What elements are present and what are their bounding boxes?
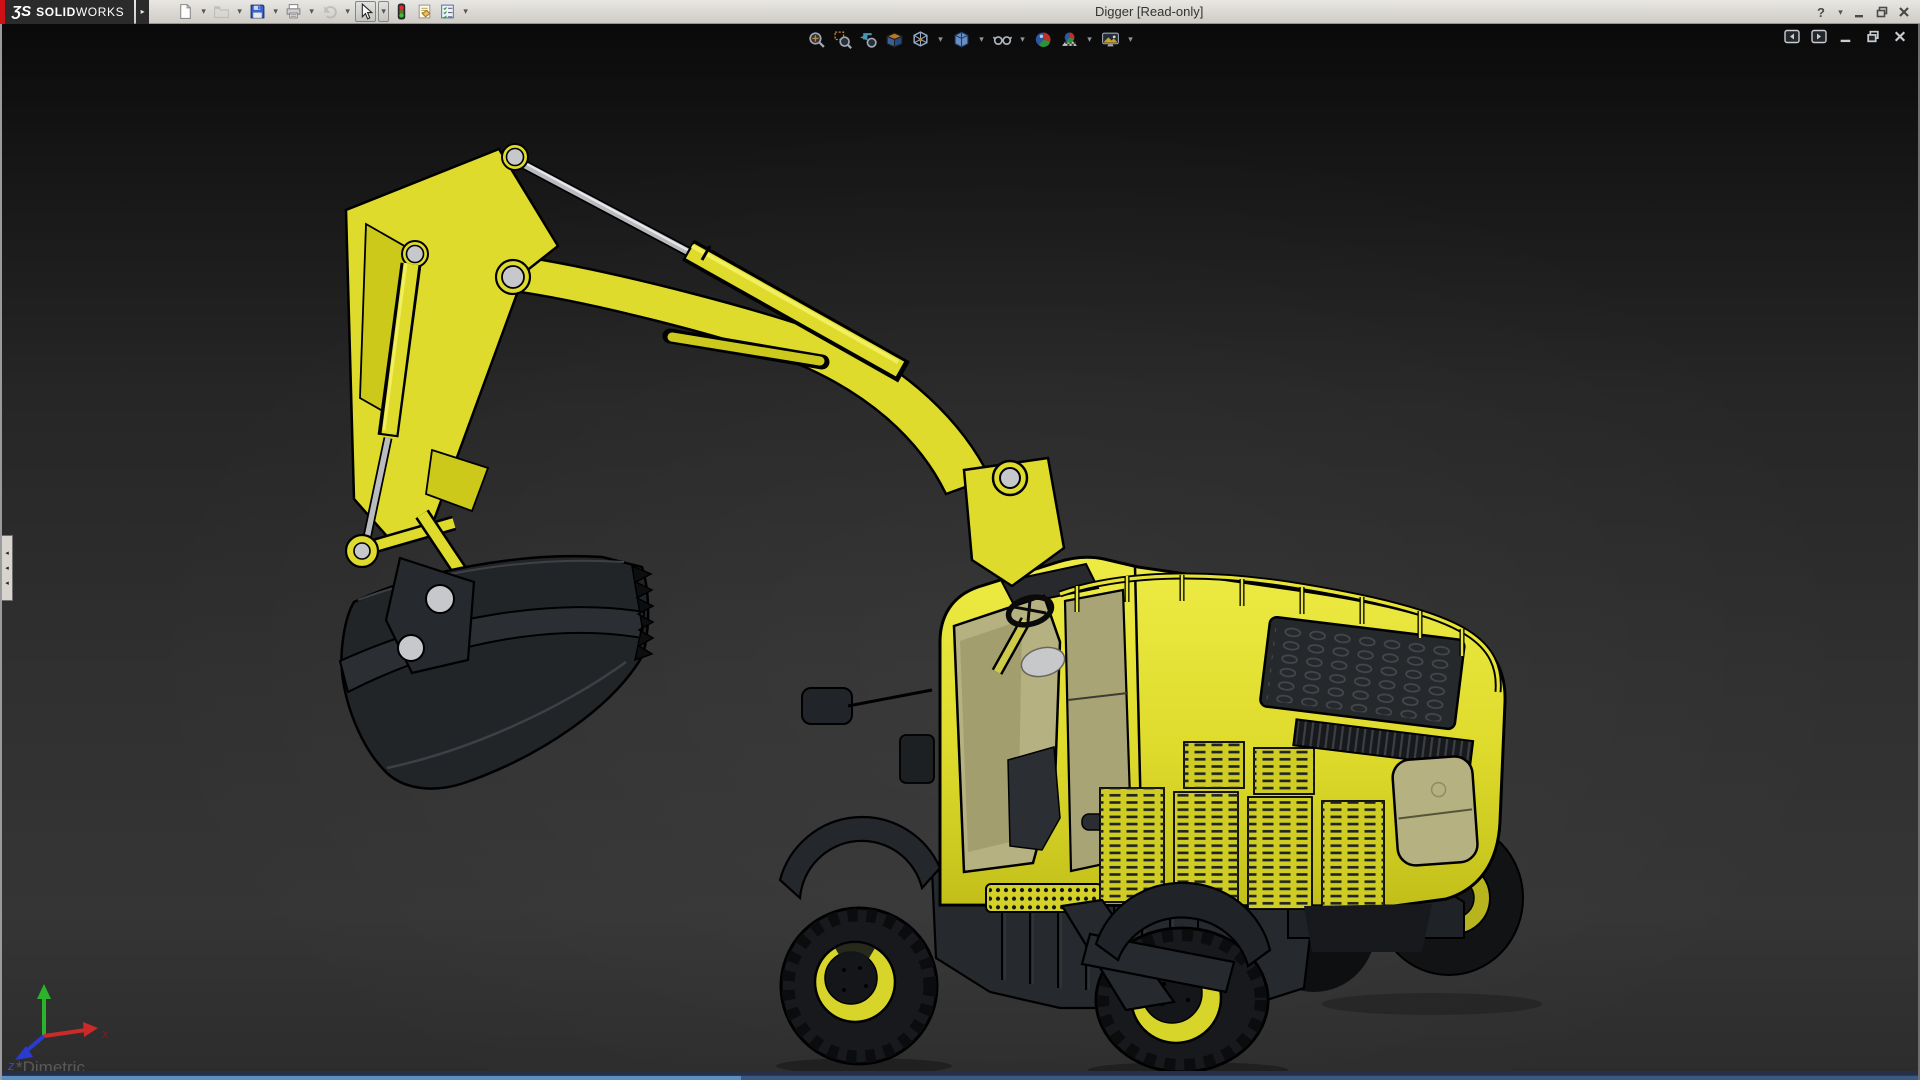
save-button[interactable] xyxy=(247,1,268,22)
restore-icon xyxy=(1875,5,1889,19)
graphics-viewport[interactable]: ▾ ▾ ▾ ▾ ▾ ◂ ◂ ◂ x z *Dimetric xyxy=(0,24,1920,1080)
section-view-button[interactable] xyxy=(883,28,905,50)
print-dropdown[interactable]: ▾ xyxy=(306,1,317,22)
open-dropdown[interactable]: ▾ xyxy=(234,1,245,22)
zoom-to-area-button[interactable] xyxy=(831,28,853,50)
solidworks-logo: ƷS SOLID WORKS xyxy=(5,0,135,24)
collapse-arrow-icon: ◂ xyxy=(5,549,9,557)
new-document-button[interactable] xyxy=(175,1,196,22)
previous-view-button[interactable] xyxy=(857,28,879,50)
zoom-to-area-icon xyxy=(833,30,852,49)
pane-right-button[interactable] xyxy=(1811,29,1827,44)
save-dropdown[interactable]: ▾ xyxy=(270,1,281,22)
x-axis-arrow-icon xyxy=(83,1022,98,1037)
file-properties-button[interactable] xyxy=(414,1,435,22)
display-style-dropdown[interactable]: ▾ xyxy=(976,28,987,50)
apply-scene-icon xyxy=(1060,30,1079,49)
view-orientation-icon xyxy=(911,30,930,49)
select-icon xyxy=(357,3,374,20)
digger-model[interactable] xyxy=(2,24,1920,1080)
print-button[interactable] xyxy=(283,1,304,22)
display-style-icon xyxy=(952,30,971,49)
feature-manager-collapsed-tab[interactable]: ◂ ◂ ◂ xyxy=(2,535,13,601)
new-document-dropdown[interactable]: ▾ xyxy=(198,1,209,22)
z-axis-label: z xyxy=(7,1058,15,1072)
view-orientation-button[interactable] xyxy=(909,28,931,50)
y-axis-arrow-icon xyxy=(37,984,51,999)
hide-show-items-icon xyxy=(992,30,1012,49)
brand-text-bold: SOLID xyxy=(36,4,76,19)
orientation-triad: x z xyxy=(7,984,109,1072)
options-button[interactable] xyxy=(437,1,458,22)
doc-minimize-button[interactable] xyxy=(1838,29,1854,44)
rebuild-icon xyxy=(393,3,410,20)
solidworks-logo-icon: ƷS xyxy=(12,3,32,20)
doc-restore-button[interactable] xyxy=(1865,29,1881,44)
pane-left-button[interactable] xyxy=(1784,29,1800,44)
close-button[interactable] xyxy=(1896,2,1912,22)
hide-show-items-button[interactable] xyxy=(991,28,1013,50)
minimize-button[interactable] xyxy=(1852,2,1868,22)
doc-minimize-icon xyxy=(1838,29,1854,44)
new-document-icon xyxy=(177,3,194,20)
options-dropdown[interactable]: ▾ xyxy=(460,1,471,22)
display-style-button[interactable] xyxy=(950,28,972,50)
brand-text-light: WORKS xyxy=(75,4,125,19)
help-icon: ? xyxy=(1817,4,1825,20)
save-icon xyxy=(249,3,266,20)
menu-expand-arrow[interactable]: ▸ xyxy=(136,0,150,24)
apply-scene-dropdown[interactable]: ▾ xyxy=(1084,28,1095,50)
open-icon xyxy=(213,3,230,20)
rebuild-button[interactable] xyxy=(391,1,412,22)
window-title: Digger [Read-only] xyxy=(1095,4,1204,19)
options-icon xyxy=(439,3,456,20)
file-properties-icon xyxy=(416,3,433,20)
help-dropdown[interactable]: ▾ xyxy=(1835,2,1846,23)
select-dropdown[interactable]: ▾ xyxy=(378,1,390,22)
edit-appearance-icon xyxy=(1034,30,1053,49)
restore-button[interactable] xyxy=(1874,2,1890,22)
x-axis-label: x xyxy=(101,1026,109,1041)
pane-left-icon xyxy=(1784,29,1800,44)
minimize-icon xyxy=(1853,5,1867,19)
collapse-arrow-icon: ◂ xyxy=(5,579,9,587)
close-icon xyxy=(1897,5,1911,19)
view-orientation-dropdown[interactable]: ▾ xyxy=(935,28,946,50)
doc-close-button[interactable] xyxy=(1892,29,1908,44)
zoom-to-fit-button[interactable] xyxy=(805,28,827,50)
titlebar-controls: ? ▾ xyxy=(1813,0,1912,24)
help-button[interactable]: ? xyxy=(1813,2,1829,22)
heads-up-view-toolbar: ▾ ▾ ▾ ▾ ▾ xyxy=(805,28,1136,50)
document-window-controls xyxy=(1784,29,1908,44)
window-bottom-edge xyxy=(2,1071,1918,1080)
section-view-icon xyxy=(885,30,904,49)
select-button[interactable] xyxy=(355,1,377,22)
collapse-arrow-icon: ◂ xyxy=(5,564,9,572)
zoom-to-fit-icon xyxy=(807,30,826,49)
titlebar: ƷS SOLID WORKS ▸ ▾ ▾ ▾ ▾ ▾ ▾ ▾ Digger [Read-on… xyxy=(0,0,1920,24)
undo-button[interactable] xyxy=(319,1,340,22)
pane-right-icon xyxy=(1811,29,1827,44)
apply-scene-button[interactable] xyxy=(1058,28,1080,50)
open-button[interactable] xyxy=(211,1,232,22)
undo-icon xyxy=(321,3,338,20)
doc-close-icon xyxy=(1892,29,1908,44)
doc-restore-icon xyxy=(1865,29,1881,44)
previous-view-icon xyxy=(859,30,878,49)
edit-appearance-button[interactable] xyxy=(1032,28,1054,50)
undo-dropdown[interactable]: ▾ xyxy=(342,1,353,22)
hide-show-items-dropdown[interactable]: ▾ xyxy=(1017,28,1028,50)
print-icon xyxy=(285,3,302,20)
view-settings-button[interactable] xyxy=(1099,28,1121,50)
view-settings-dropdown[interactable]: ▾ xyxy=(1125,28,1136,50)
standard-toolbar: ▾ ▾ ▾ ▾ ▾ ▾ ▾ xyxy=(175,0,471,24)
view-settings-icon xyxy=(1101,30,1120,49)
